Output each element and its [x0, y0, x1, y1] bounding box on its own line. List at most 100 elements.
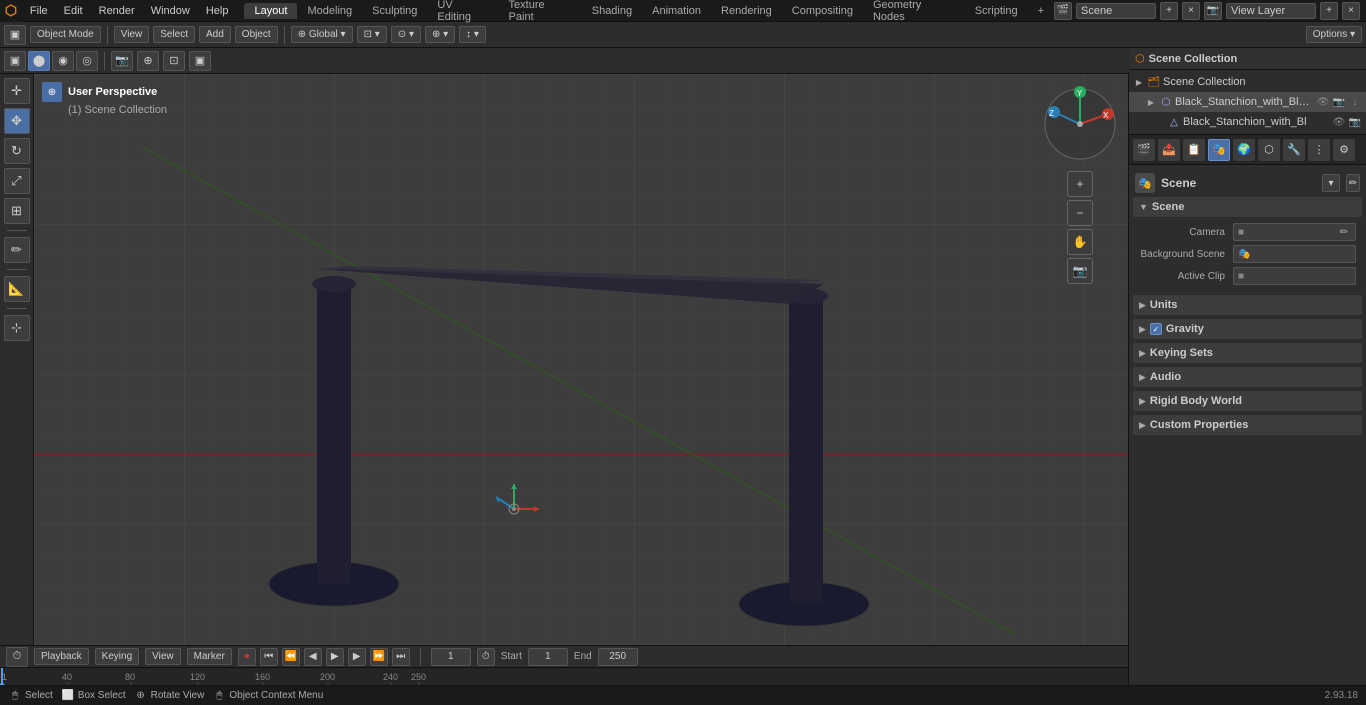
measure-tool-button[interactable]: 📐 — [4, 276, 30, 302]
pivot-point[interactable]: ⊕ ▾ — [425, 26, 455, 43]
view-layer-selector[interactable] — [1226, 3, 1316, 19]
tab-sculpting[interactable]: Sculpting — [362, 3, 427, 19]
vp-mode-icon[interactable]: ▣ — [4, 51, 26, 71]
next-keyframe-button[interactable]: ⏩ — [370, 648, 388, 666]
gravity-section-header[interactable]: ▶ ✓ Gravity — [1133, 319, 1362, 339]
tab-animation[interactable]: Animation — [642, 3, 711, 19]
tree-arrow-mesh[interactable] — [1157, 116, 1165, 128]
units-section-header[interactable]: ▶ Units — [1133, 295, 1362, 315]
object-menu[interactable]: Object — [235, 26, 278, 43]
playback-menu[interactable]: Playback — [34, 648, 89, 665]
editor-type-icon[interactable]: ▣ — [4, 25, 26, 45]
timeline-editor-icon[interactable]: ⏱ — [6, 647, 28, 667]
camera-value[interactable]: ■ ✏ — [1233, 223, 1356, 241]
view-menu-timeline[interactable]: View — [145, 648, 181, 665]
keying-sets-header[interactable]: ▶ Keying Sets — [1133, 343, 1362, 363]
menu-window[interactable]: Window — [143, 3, 198, 19]
view-layer-props-icon[interactable]: 📋 — [1183, 139, 1205, 161]
vp-shading-render[interactable]: ◎ — [76, 51, 98, 71]
tree-arrow-expand[interactable]: ▶ — [1133, 76, 1145, 88]
tree-arrow-stanchion[interactable]: ▶ — [1145, 96, 1157, 108]
particles-props-icon[interactable]: ⋮ — [1308, 139, 1330, 161]
tab-texture-paint[interactable]: Texture Paint — [499, 0, 582, 25]
timeline-ruler[interactable]: 1 40 80 120 160 200 240 250 — [0, 668, 1128, 686]
scene-delete-icon[interactable]: × — [1182, 2, 1200, 20]
local-axis[interactable]: ↕ ▾ — [459, 26, 486, 43]
select-menu[interactable]: Select — [153, 26, 195, 43]
vp-camera-view[interactable]: 📷 — [111, 51, 133, 71]
start-frame-input[interactable] — [528, 648, 568, 666]
next-frame-button[interactable]: ▶ — [348, 648, 366, 666]
audio-section-header[interactable]: ▶ Audio — [1133, 367, 1362, 387]
modifier-props-icon[interactable]: 🔧 — [1283, 139, 1305, 161]
tab-scripting[interactable]: Scripting — [965, 3, 1028, 19]
render-icon[interactable]: 📷 — [1204, 2, 1222, 20]
camera-lock-button[interactable]: 📷 — [1067, 258, 1093, 284]
tab-shading[interactable]: Shading — [582, 3, 642, 19]
browse-scene-button[interactable]: ▾ — [1322, 174, 1340, 192]
tab-geometry-nodes[interactable]: Geometry Nodes — [863, 0, 965, 25]
options-button[interactable]: Options ▾ — [1306, 26, 1362, 43]
marker-menu[interactable]: Marker — [187, 648, 232, 665]
end-frame-input[interactable] — [598, 648, 638, 666]
transform-dropdown[interactable]: ⊕ Global ▾ — [291, 26, 353, 43]
mesh-visibility-icon[interactable]: 👁 — [1332, 115, 1346, 129]
record-button[interactable]: ⏺ — [238, 648, 256, 666]
render-props-icon[interactable]: 🎬 — [1133, 139, 1155, 161]
current-frame-input[interactable] — [431, 648, 471, 666]
rigid-body-header[interactable]: ▶ Rigid Body World — [1133, 391, 1362, 411]
mesh-render-icon[interactable]: 📷 — [1348, 115, 1362, 129]
active-clip-value[interactable]: ■ — [1233, 267, 1356, 285]
scene-new-button[interactable]: ✏ — [1346, 174, 1360, 192]
prev-frame-button[interactable]: ◀ — [304, 648, 322, 666]
vp-xray[interactable]: ▣ — [189, 51, 211, 71]
rotation-gizmo[interactable]: X Y Z — [1040, 84, 1120, 164]
tab-modeling[interactable]: Modeling — [297, 3, 362, 19]
scene-section-header[interactable]: ▼ Scene — [1133, 197, 1362, 217]
scene-new-icon[interactable]: + — [1160, 2, 1178, 20]
vp-show-gizmos[interactable]: ⊕ — [137, 51, 159, 71]
view-menu[interactable]: View — [114, 26, 150, 43]
prev-keyframe-button[interactable]: ⏪ — [282, 648, 300, 666]
proportional-edit[interactable]: ⊙ ▾ — [391, 26, 421, 43]
custom-props-header[interactable]: ▶ Custom Properties — [1133, 415, 1362, 435]
visibility-icon[interactable]: 👁 — [1316, 95, 1330, 109]
cursor-tool-button[interactable]: ✛ — [4, 78, 30, 104]
add-tab-button[interactable]: + — [1028, 3, 1054, 19]
jump-end-button[interactable]: ⏭ — [392, 648, 410, 666]
render-visibility-icon[interactable]: 📷 — [1332, 95, 1346, 109]
move-tool-button[interactable]: ✥ — [4, 108, 30, 134]
annotate-tool-button[interactable]: ✏ — [4, 237, 30, 263]
tab-layout[interactable]: Layout — [244, 3, 297, 19]
scene-props-icon[interactable]: 🎭 — [1208, 139, 1230, 161]
engine-icon[interactable]: 🎬 — [1054, 2, 1072, 20]
object-mode-dropdown[interactable]: Object Mode — [30, 26, 101, 43]
add-menu[interactable]: Add — [199, 26, 231, 43]
scene-selector[interactable] — [1076, 3, 1156, 19]
tab-compositing[interactable]: Compositing — [782, 3, 863, 19]
pan-button[interactable]: ✋ — [1067, 229, 1093, 255]
tree-item-stanchion[interactable]: ▶ ⬡ Black_Stanchion_with_Black... 👁 📷 ↓ — [1129, 92, 1366, 112]
frame-sync-button[interactable]: ⏱ — [477, 648, 495, 666]
tab-rendering[interactable]: Rendering — [711, 3, 782, 19]
menu-file[interactable]: File — [22, 3, 56, 19]
snap-dropdown[interactable]: ⊡ ▾ — [357, 26, 387, 43]
play-button[interactable]: ▶ — [326, 648, 344, 666]
zoom-in-button[interactable]: + — [1067, 171, 1093, 197]
main-viewport[interactable]: ⊕ User Perspective (1) Scene Collection … — [34, 74, 1130, 645]
menu-render[interactable]: Render — [91, 3, 143, 19]
selectable-icon[interactable]: ↓ — [1348, 95, 1362, 109]
menu-edit[interactable]: Edit — [56, 3, 91, 19]
gravity-checkbox[interactable]: ✓ — [1150, 323, 1162, 335]
bg-scene-value[interactable]: 🎭 — [1233, 245, 1356, 263]
output-props-icon[interactable]: 📤 — [1158, 139, 1180, 161]
tree-item-scene-collection[interactable]: ▶ 🗂 Scene Collection — [1129, 72, 1366, 92]
view-layer-delete-icon[interactable]: × — [1342, 2, 1360, 20]
scale-tool-button[interactable]: ⤢ — [4, 168, 30, 194]
keying-menu[interactable]: Keying — [95, 648, 140, 665]
camera-edit-btn[interactable]: ✏ — [1337, 225, 1351, 239]
vp-show-overlays[interactable]: ⊡ — [163, 51, 185, 71]
jump-start-button[interactable]: ⏮ — [260, 648, 278, 666]
object-props-icon[interactable]: ⬡ — [1258, 139, 1280, 161]
menu-help[interactable]: Help — [198, 3, 237, 19]
